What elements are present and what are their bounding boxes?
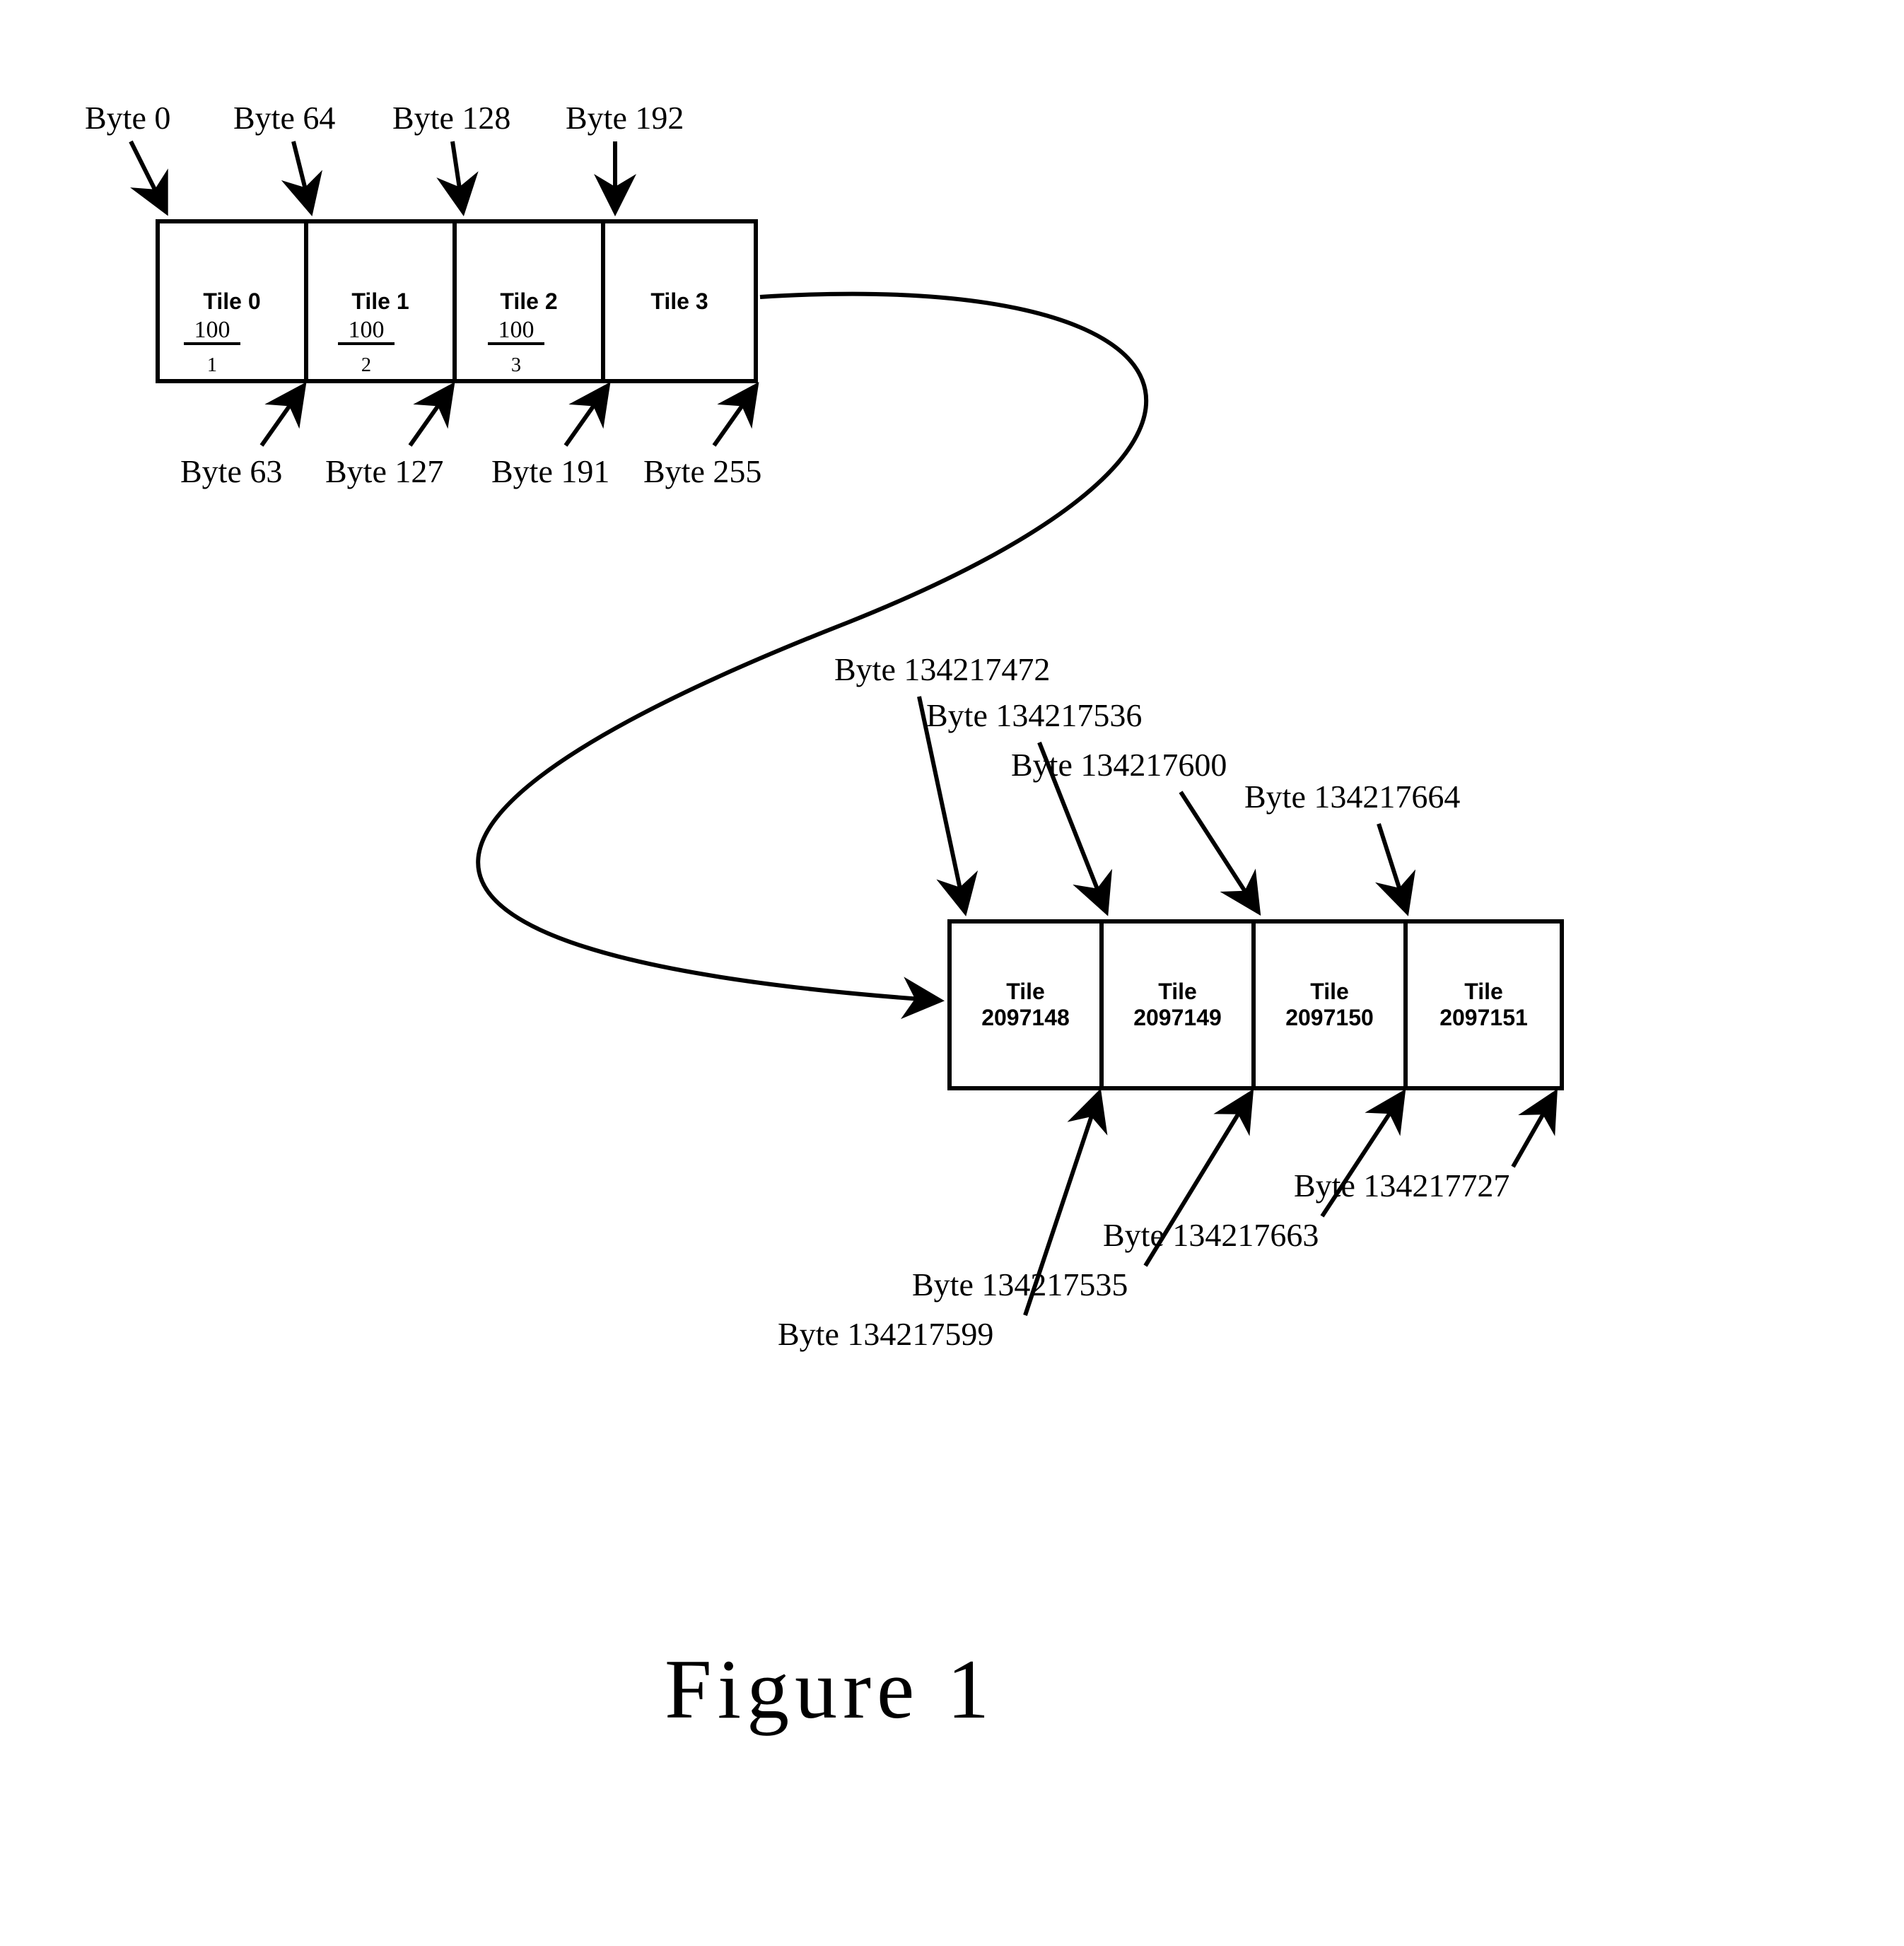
- arrows-overlay: [0, 0, 1904, 1946]
